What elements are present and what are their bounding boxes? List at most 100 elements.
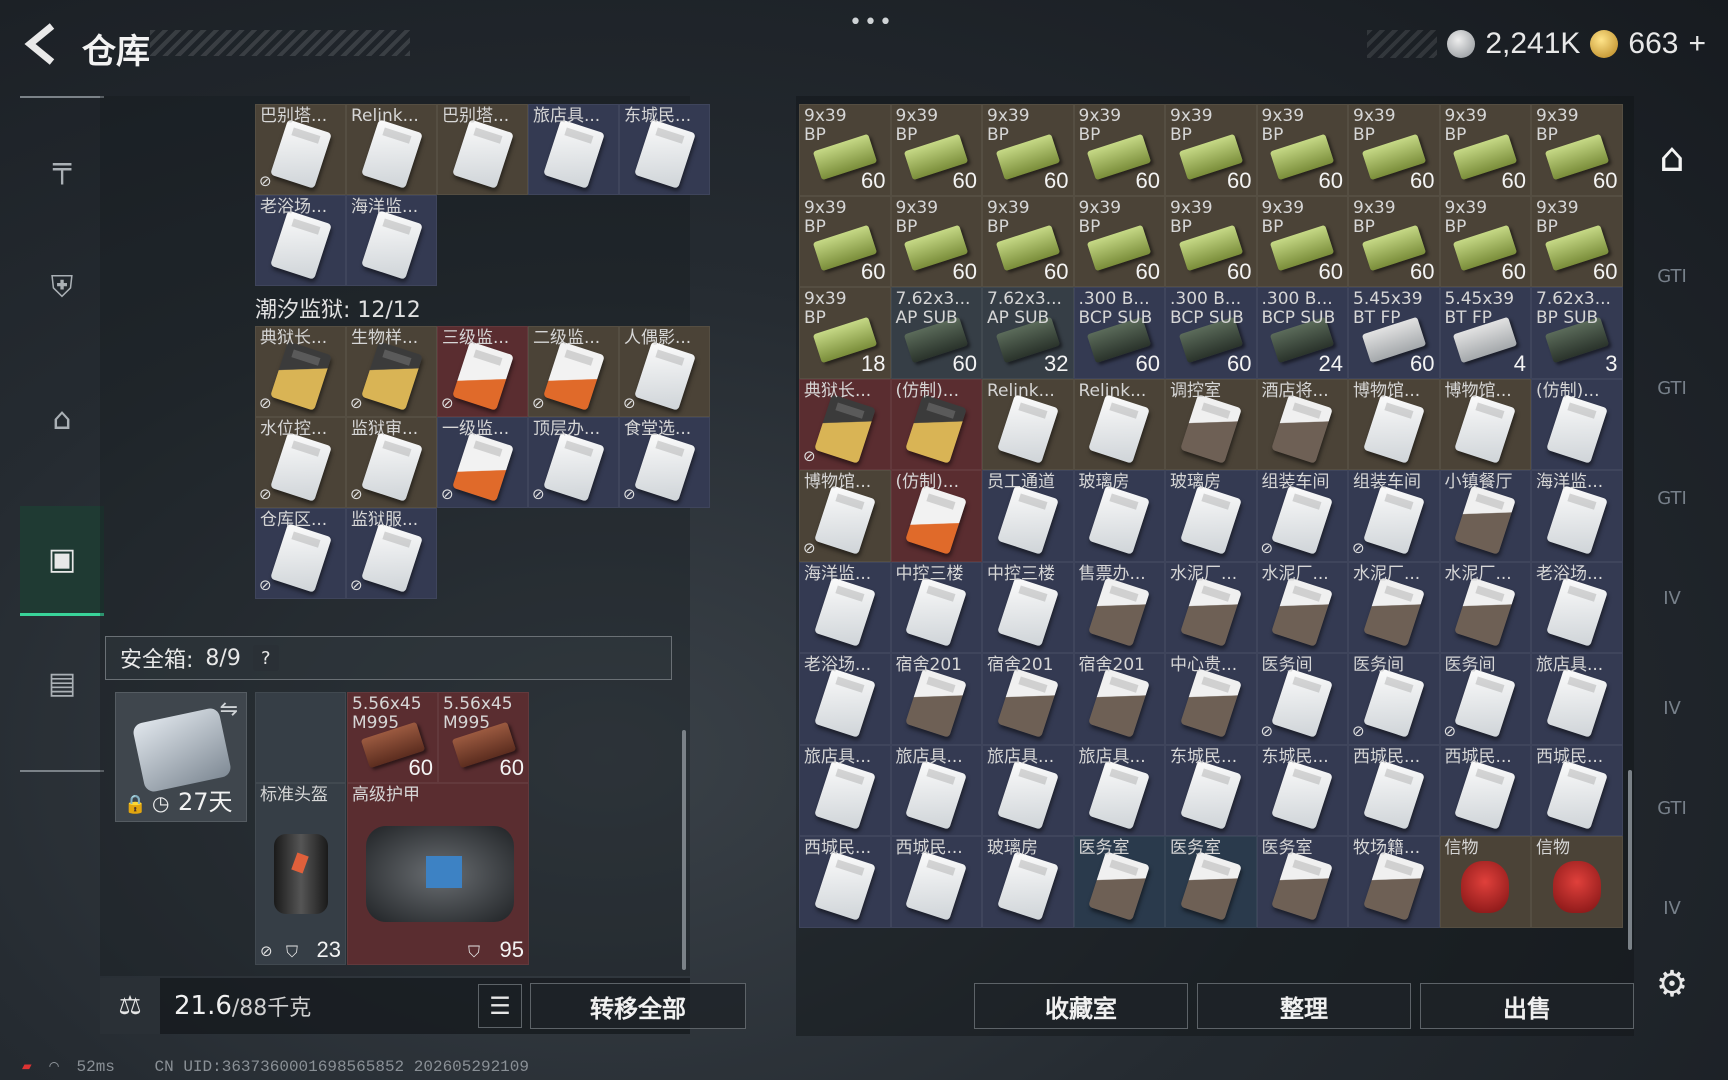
collection-room-button[interactable]: 收藏室 <box>974 983 1188 1029</box>
inventory-item[interactable]: 监狱服... ⊘ <box>346 508 437 599</box>
inventory-item[interactable]: (仿制)... <box>890 378 982 470</box>
inventory-item[interactable]: 西城民... <box>890 836 982 928</box>
inventory-item[interactable]: 博物馆... ⊘ <box>799 470 891 562</box>
inventory-item[interactable]: 宿舍201 <box>982 653 1074 745</box>
armor-slot[interactable]: 高级护甲 ⛉ 95 <box>347 783 529 965</box>
inventory-item[interactable]: 二级监... ⊘ <box>528 326 619 417</box>
inventory-item[interactable]: 5.56x45 M995 60 <box>347 692 438 783</box>
toolbox-tab[interactable]: ▤ <box>20 628 104 738</box>
inventory-item[interactable]: 玻璃房 <box>1165 470 1257 562</box>
inventory-item[interactable]: 水位控... ⊘ <box>255 417 346 508</box>
container-tab[interactable]: ▣ <box>20 506 104 616</box>
inventory-item[interactable]: 水泥厂... <box>1256 561 1348 653</box>
inventory-item[interactable]: 旅店具... <box>982 744 1074 836</box>
safe-box-slot[interactable]: ⇋ 🔒 ◷ 27天 <box>115 692 247 822</box>
inventory-item[interactable]: 西城民... <box>1348 744 1440 836</box>
inventory-item[interactable]: 5.56x45 M995 60 <box>438 692 529 783</box>
inventory-item[interactable]: 医务间 ⊘ <box>1348 653 1440 745</box>
inventory-item[interactable]: 旅店具... <box>528 104 619 195</box>
iv-tab-1[interactable]: IV <box>1640 566 1704 630</box>
inventory-item[interactable]: 人偶影... ⊘ <box>619 326 710 417</box>
inventory-item[interactable]: 中控三楼 <box>982 561 1074 653</box>
settings-gear-icon[interactable]: ⚙ <box>1640 952 1704 1016</box>
inventory-item[interactable]: 9x39 BP 60 <box>1256 195 1348 287</box>
list-view-button[interactable]: ☰ <box>478 984 522 1028</box>
inventory-item[interactable]: 典狱长... ⊘ <box>799 378 891 470</box>
inventory-item[interactable]: 旅店具... <box>890 744 982 836</box>
armor-tab[interactable]: ⛨ <box>20 232 104 342</box>
iv-tab-2[interactable]: IV <box>1640 676 1704 740</box>
inventory-item[interactable]: 博物馆... <box>1348 378 1440 470</box>
inventory-item[interactable]: 9x39 BP 60 <box>1073 195 1165 287</box>
gti-tab-4[interactable]: GTI <box>1640 776 1704 840</box>
inventory-item[interactable]: 东城民... <box>1165 744 1257 836</box>
inventory-item[interactable]: 9x39 BP 60 <box>1531 104 1623 196</box>
inventory-item[interactable]: 宿舍201 <box>1073 653 1165 745</box>
inventory-item[interactable]: (仿制)... <box>1531 378 1623 470</box>
swap-icon[interactable]: ⇋ <box>220 697 238 722</box>
left-scrollbar[interactable] <box>682 730 686 970</box>
inventory-item[interactable]: 海洋监... <box>346 195 437 286</box>
inventory-item[interactable]: Relink... <box>346 104 437 195</box>
add-currency-button[interactable]: + <box>1688 27 1706 61</box>
inventory-item[interactable]: 7.62x3... AP SUB 32 <box>982 287 1074 379</box>
inventory-item[interactable]: 9x39 BP 60 <box>1439 195 1531 287</box>
inventory-item[interactable]: 9x39 BP 60 <box>1256 104 1348 196</box>
inventory-item[interactable]: 玻璃房 <box>982 836 1074 928</box>
inventory-item[interactable]: 9x39 BP 18 <box>799 287 891 379</box>
more-dots-icon[interactable]: ••• <box>849 10 894 35</box>
inventory-item[interactable]: 水泥厂... <box>1439 561 1531 653</box>
inventory-item[interactable]: 巴别塔... ⊘ <box>255 104 346 195</box>
inventory-item[interactable]: 中控三楼 <box>890 561 982 653</box>
inventory-item[interactable]: 一级监... ⊘ <box>437 417 528 508</box>
inventory-item[interactable]: 西城民... <box>1531 744 1623 836</box>
inventory-item[interactable]: 水泥厂... <box>1165 561 1257 653</box>
inventory-item[interactable]: 9x39 BP 60 <box>1439 104 1531 196</box>
inventory-item[interactable]: 海洋监... <box>1531 470 1623 562</box>
help-button[interactable]: ? <box>252 645 279 671</box>
inventory-item[interactable]: 酒店将... <box>1256 378 1348 470</box>
inventory-item[interactable]: 水泥厂... <box>1348 561 1440 653</box>
inventory-item[interactable]: 9x39 BP 60 <box>1348 195 1440 287</box>
inventory-item[interactable]: 9x39 BP 60 <box>799 195 891 287</box>
inventory-item[interactable]: 顶层办... ⊘ <box>528 417 619 508</box>
inventory-item[interactable]: (仿制)... <box>890 470 982 562</box>
inventory-item[interactable]: 老浴场... <box>255 195 346 286</box>
inventory-item[interactable]: 三级监... ⊘ <box>437 326 528 417</box>
inventory-item[interactable]: 9x39 BP 60 <box>799 104 891 196</box>
inventory-item[interactable]: 玻璃房 <box>1073 470 1165 562</box>
empty-slot[interactable] <box>255 692 346 783</box>
inventory-item[interactable]: 巴别塔... <box>437 104 528 195</box>
inventory-item[interactable]: 老浴场... <box>1531 561 1623 653</box>
organize-button[interactable]: 整理 <box>1197 983 1411 1029</box>
inventory-item[interactable]: 西城民... <box>1439 744 1531 836</box>
inventory-item[interactable]: 售票办... <box>1073 561 1165 653</box>
inventory-item[interactable]: 医务室 <box>1256 836 1348 928</box>
inventory-item[interactable]: 宿舍201 <box>890 653 982 745</box>
inventory-item[interactable]: 东城民... <box>619 104 710 195</box>
inventory-item[interactable]: 典狱长... ⊘ <box>255 326 346 417</box>
inventory-item[interactable]: 9x39 BP 60 <box>1165 195 1257 287</box>
inventory-item[interactable]: 医务间 ⊘ <box>1439 653 1531 745</box>
inventory-item[interactable]: 9x39 BP 60 <box>890 104 982 196</box>
inventory-item[interactable]: 生物样... ⊘ <box>346 326 437 417</box>
inventory-item[interactable]: 员工通道 <box>982 470 1074 562</box>
inventory-item[interactable]: 西城民... <box>799 836 891 928</box>
inventory-item[interactable]: 小镇餐厅 <box>1439 470 1531 562</box>
inventory-item[interactable]: 中心贵... <box>1165 653 1257 745</box>
inventory-item[interactable]: 调控室 <box>1165 378 1257 470</box>
inventory-item[interactable]: 旅店具... <box>1531 653 1623 745</box>
transfer-all-button[interactable]: 转移全部 <box>530 983 746 1029</box>
inventory-item[interactable]: 5.45x39 BT FP 4 <box>1439 287 1531 379</box>
weapon-tab[interactable]: ╤ <box>20 112 104 222</box>
inventory-item[interactable]: 医务间 ⊘ <box>1256 653 1348 745</box>
gti-tab-3[interactable]: GTI <box>1640 466 1704 530</box>
inventory-item[interactable]: 9x39 BP 60 <box>1073 104 1165 196</box>
inventory-item[interactable]: 9x39 BP 60 <box>1348 104 1440 196</box>
inventory-item[interactable]: 博物馆... <box>1439 378 1531 470</box>
inventory-item[interactable]: 组装车间 ⊘ <box>1348 470 1440 562</box>
inventory-item[interactable]: .300 B... BCP SUB 60 <box>1165 287 1257 379</box>
inventory-item[interactable]: 食堂选... ⊘ <box>619 417 710 508</box>
inventory-item[interactable]: 牧场籍... <box>1348 836 1440 928</box>
inventory-item[interactable]: 5.45x39 BT FP 60 <box>1348 287 1440 379</box>
